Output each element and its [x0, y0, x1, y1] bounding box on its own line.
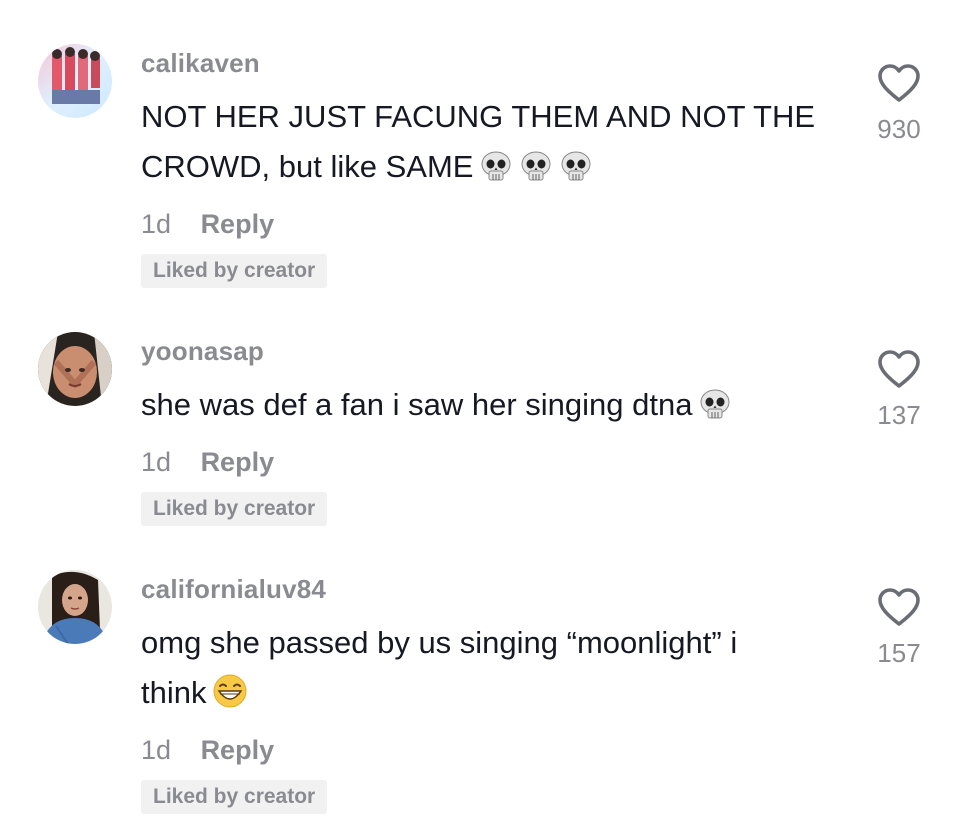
comment-age: 1d — [141, 209, 172, 239]
heart-outline-icon[interactable] — [877, 350, 921, 390]
avatar[interactable] — [38, 44, 112, 118]
like-count: 930 — [877, 114, 921, 144]
comment-text-content: NOT HER JUST FACUNG THEM AND NOT THE CRO… — [141, 99, 816, 184]
comment-username[interactable]: yoonasap — [141, 336, 821, 366]
comment-text: she was def a fan i saw her singing dtna — [141, 380, 821, 436]
like-column: 157 — [858, 588, 940, 668]
like-count: 157 — [877, 638, 921, 668]
like-count: 137 — [877, 400, 921, 430]
skull-emoji — [559, 148, 593, 198]
grinning-smiling-eyes-emoji — [212, 673, 248, 724]
heart-outline-icon[interactable] — [877, 588, 921, 628]
like-column: 930 — [858, 64, 940, 144]
reply-button[interactable]: Reply — [201, 206, 275, 242]
skull-emoji — [479, 148, 513, 198]
comment-age: 1d — [141, 735, 172, 765]
reply-button[interactable]: Reply — [201, 444, 275, 480]
comment-meta: 1d Reply — [141, 206, 821, 242]
comment-text: omg she passed by us singing “moonlight”… — [141, 618, 801, 724]
comment-username[interactable]: californialuv84 — [141, 574, 821, 604]
comment-meta: 1d Reply — [141, 444, 821, 480]
comment-meta: 1d Reply — [141, 732, 821, 768]
comment-username[interactable]: calikaven — [141, 48, 821, 78]
liked-by-creator-badge: Liked by creator — [141, 492, 328, 526]
skull-emoji — [698, 386, 732, 436]
liked-by-creator-badge: Liked by creator — [141, 780, 328, 814]
avatar[interactable] — [38, 570, 112, 644]
comment-text: NOT HER JUST FACUNG THEM AND NOT THE CRO… — [141, 92, 821, 198]
avatar[interactable] — [38, 332, 112, 406]
comment-text-content: she was def a fan i saw her singing dtna — [141, 387, 693, 422]
reply-button[interactable]: Reply — [201, 732, 275, 768]
comment-age: 1d — [141, 447, 172, 477]
liked-by-creator-badge: Liked by creator — [141, 254, 328, 288]
skull-emoji — [519, 148, 553, 198]
like-column: 137 — [858, 350, 940, 430]
heart-outline-icon[interactable] — [877, 64, 921, 104]
